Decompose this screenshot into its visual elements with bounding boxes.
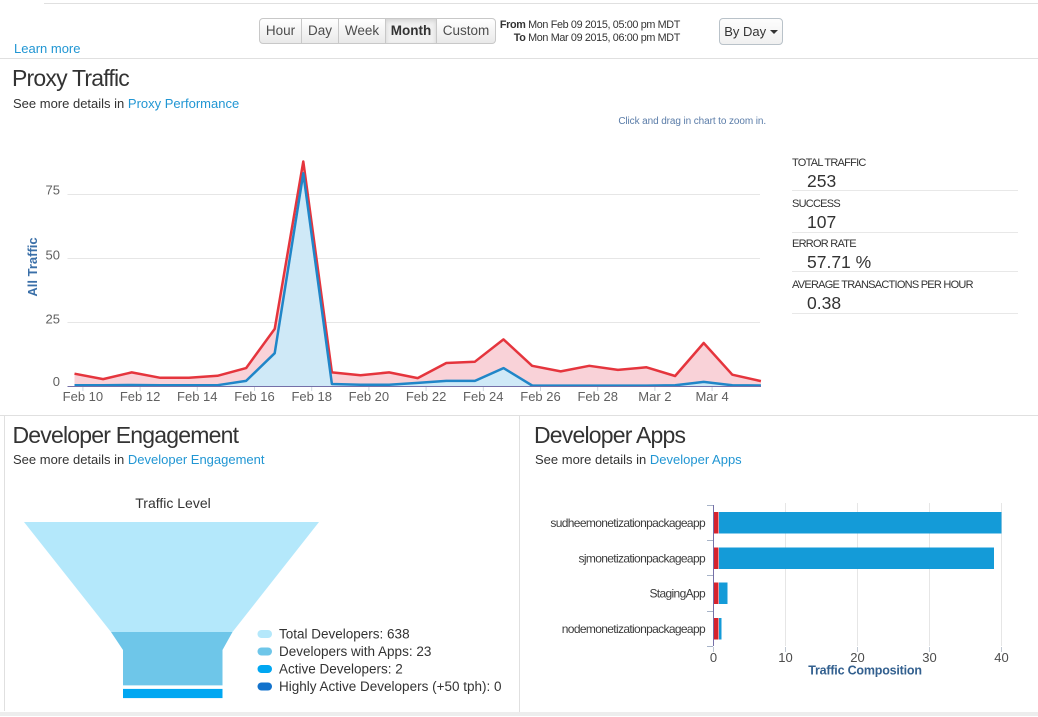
svg-text:25: 25	[46, 312, 60, 327]
svg-text:50: 50	[46, 248, 60, 263]
svg-text:Feb 10: Feb 10	[63, 389, 103, 404]
svg-text:Mar 4: Mar 4	[695, 389, 728, 404]
svg-text:Feb 14: Feb 14	[177, 389, 217, 404]
svg-text:40: 40	[994, 650, 1008, 665]
svg-text:StagingApp: StagingApp	[649, 587, 706, 601]
svg-text:sjmonetizationpackageapp: sjmonetizationpackageapp	[579, 552, 706, 566]
svg-text:sudheemonetizationpackageapp: sudheemonetizationpackageapp	[550, 516, 706, 530]
svg-text:10: 10	[778, 650, 792, 665]
svg-text:Feb 26: Feb 26	[520, 389, 560, 404]
svg-text:Mar 2: Mar 2	[638, 389, 671, 404]
svg-text:0: 0	[710, 650, 717, 665]
svg-text:Feb 22: Feb 22	[406, 389, 446, 404]
svg-text:Total Developers: 638: Total Developers: 638	[279, 627, 410, 642]
svg-text:Highly Active Developers (+50: Highly Active Developers (+50 tph): 0	[279, 679, 502, 694]
svg-text:All Traffic: All Traffic	[25, 237, 40, 296]
svg-text:nodemonetizationpackageapp: nodemonetizationpackageapp	[562, 622, 706, 636]
svg-text:Feb 16: Feb 16	[234, 389, 274, 404]
svg-text:Feb 20: Feb 20	[349, 389, 389, 404]
svg-text:Active Developers: 2: Active Developers: 2	[279, 662, 403, 677]
svg-text:Feb 24: Feb 24	[463, 389, 503, 404]
svg-text:Developers with Apps: 23: Developers with Apps: 23	[279, 644, 431, 659]
svg-text:Traffic Composition: Traffic Composition	[808, 664, 922, 678]
svg-text:75: 75	[46, 183, 60, 198]
svg-text:Feb 18: Feb 18	[291, 389, 331, 404]
svg-text:0: 0	[53, 374, 60, 389]
svg-text:Traffic Level: Traffic Level	[135, 495, 210, 511]
svg-text:Feb 28: Feb 28	[577, 389, 617, 404]
svg-text:Feb 12: Feb 12	[120, 389, 160, 404]
svg-text:30: 30	[922, 650, 936, 665]
